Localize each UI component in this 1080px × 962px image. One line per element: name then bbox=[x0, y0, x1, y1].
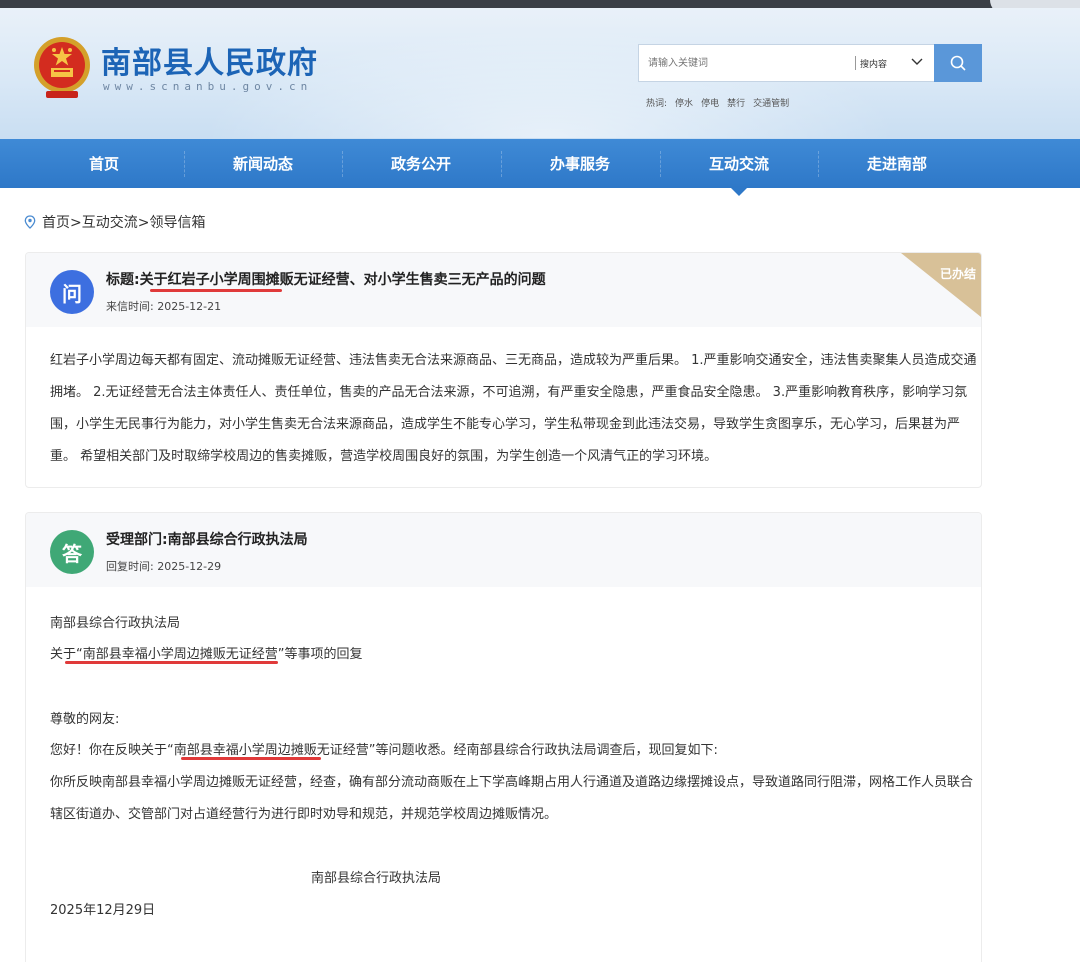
nav-home[interactable]: 首页 bbox=[25, 139, 183, 188]
reply-paragraph: 你所反映南部县幸福小学周边摊贩无证经营，经查，确有部分流动商贩在上下学高峰期占用… bbox=[50, 775, 974, 790]
reply-greeting: 尊敬的网友: bbox=[50, 712, 120, 727]
answer-card: 答 受理部门:南部县综合行政执法局 回复时间: 2025-12-29 南部县综合… bbox=[25, 512, 982, 962]
nav-interaction[interactable]: 互动交流 bbox=[660, 139, 818, 188]
site-title[interactable]: 南部县人民政府 bbox=[101, 38, 318, 82]
answer-date-label: 回复时间: bbox=[106, 560, 154, 573]
question-date-label: 来信时间: bbox=[106, 300, 154, 313]
hot-word-link[interactable]: 停电 bbox=[701, 96, 719, 109]
question-body-line: 围，小学生无民事行为能力，对小学生售卖无合法来源商品，造成学生不能专心学习，学生… bbox=[50, 417, 961, 432]
site-url: www.scnanbu.gov.cn bbox=[103, 80, 313, 93]
question-title-text: 关于红岩子小学周围摊贩无证经营、对小学生售卖三无产品的问题 bbox=[139, 272, 546, 288]
reply-sign-date: 2025年12月29日 bbox=[50, 903, 156, 918]
chevron-down-icon[interactable] bbox=[910, 55, 924, 69]
answer-date: 回复时间: 2025-12-29 bbox=[106, 558, 221, 574]
status-badge: 已办结 bbox=[939, 267, 976, 281]
search-box: 搜内容 bbox=[638, 44, 982, 82]
nav-gov-affairs[interactable]: 政务公开 bbox=[342, 139, 500, 188]
hot-word-link[interactable]: 交通管制 bbox=[753, 96, 789, 109]
question-body-line: 拥堵。 2.无证经营无合法主体责任人、责任单位，售卖的产品无合法来源，不可追溯，… bbox=[50, 385, 968, 400]
reply-paragraph: 辖区街道办、交管部门对占道经营行为进行即时劝导和规范，并规范学校周边摊贩情况。 bbox=[50, 807, 558, 822]
reply-org: 南部县综合行政执法局 bbox=[50, 616, 181, 631]
question-header: 问 标题:关于红岩子小学周围摊贩无证经营、对小学生售卖三无产品的问题 来信时间:… bbox=[26, 253, 981, 327]
breadcrumb: 首页>互动交流>领导信箱 bbox=[24, 212, 205, 232]
nav-about[interactable]: 走进南部 bbox=[818, 139, 976, 188]
answer-badge: 答 bbox=[50, 530, 94, 574]
answer-date-value: 2025-12-29 bbox=[157, 560, 222, 573]
nav-active-indicator bbox=[731, 188, 747, 196]
hot-words-label: 热词: bbox=[646, 99, 668, 109]
reply-signature: 南部县综合行政执法局 bbox=[311, 871, 442, 886]
question-card: 问 标题:关于红岩子小学周围摊贩无证经营、对小学生售卖三无产品的问题 来信时间:… bbox=[25, 252, 982, 488]
search-input[interactable] bbox=[639, 45, 855, 81]
main-nav: 首页 新闻动态 政务公开 办事服务 互动交流 走进南部 bbox=[0, 139, 1080, 188]
red-underline-annotation bbox=[150, 289, 282, 292]
location-pin-icon bbox=[24, 215, 36, 229]
nav-services[interactable]: 办事服务 bbox=[501, 139, 659, 188]
national-emblem-icon[interactable] bbox=[32, 35, 92, 99]
answer-dept-name: 南部县综合行政执法局 bbox=[167, 532, 308, 548]
search-scope-select[interactable]: 搜内容 bbox=[860, 57, 887, 70]
red-underline-annotation bbox=[181, 757, 321, 760]
hot-word-link[interactable]: 停水 bbox=[675, 96, 693, 109]
top-strip bbox=[0, 0, 1080, 8]
hot-words: 热词: 停水 停电 禁行 交通管制 bbox=[646, 96, 789, 109]
breadcrumb-text[interactable]: 首页>互动交流>领导信箱 bbox=[42, 212, 205, 232]
nav-news[interactable]: 新闻动态 bbox=[184, 139, 342, 188]
question-date: 来信时间: 2025-12-21 bbox=[106, 298, 221, 314]
answer-header: 答 受理部门:南部县综合行政执法局 回复时间: 2025-12-29 bbox=[26, 513, 981, 587]
question-body-line: 红岩子小学周边每天都有固定、流动摊贩无证经营、违法售卖无合法来源商品、三无商品，… bbox=[50, 353, 977, 368]
search-button[interactable] bbox=[934, 44, 982, 82]
search-separator bbox=[855, 56, 856, 70]
question-body-line: 重。 希望相关部门及时取缔学校周边的售卖摊贩，营造学校周围良好的氛围，为学生创造… bbox=[50, 449, 718, 464]
search-icon bbox=[950, 55, 966, 71]
question-date-value: 2025-12-21 bbox=[157, 300, 222, 313]
reply-paragraph: 您好！你在反映关于“南部县幸福小学周边摊贩无证经营”等问题收悉。经南部县综合行政… bbox=[50, 743, 718, 758]
answer-dept: 受理部门:南部县综合行政执法局 bbox=[106, 529, 308, 549]
question-title: 标题:关于红岩子小学周围摊贩无证经营、对小学生售卖三无产品的问题 bbox=[106, 269, 546, 289]
answer-dept-prefix: 受理部门: bbox=[106, 532, 168, 548]
question-title-prefix: 标题: bbox=[106, 272, 140, 288]
site-header: 南部县人民政府 www.scnanbu.gov.cn 搜内容 热词: 停水 停电… bbox=[0, 8, 1080, 139]
reply-subject: 关于“南部县幸福小学周边摊贩无证经营”等事项的回复 bbox=[50, 647, 363, 662]
red-underline-annotation bbox=[65, 661, 278, 664]
hot-word-link[interactable]: 禁行 bbox=[727, 96, 745, 109]
status-ribbon bbox=[901, 253, 981, 317]
question-badge: 问 bbox=[50, 270, 94, 314]
